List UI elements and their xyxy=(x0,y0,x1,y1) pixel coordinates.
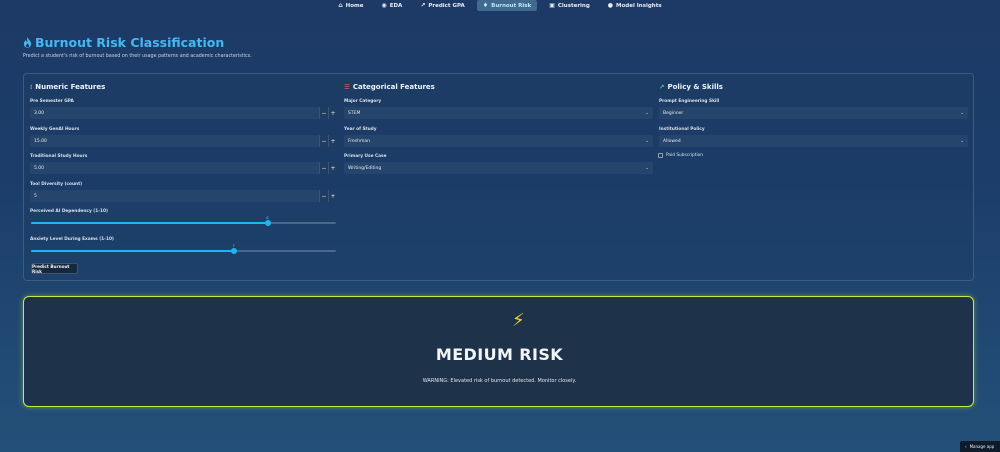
home-icon: ⌂ xyxy=(338,1,343,9)
policy-heading-text: Policy & Skills xyxy=(667,83,723,91)
use-case-select[interactable]: Writing/Editing ⌄ xyxy=(344,162,653,174)
nav-eda-label: EDA xyxy=(389,2,403,9)
use-case-label: Primary Use Case xyxy=(344,154,387,159)
anxiety-label: Anxiety Level During Exams (1-10) xyxy=(30,237,114,242)
prompt-skill-select[interactable]: Beginner ⌄ xyxy=(659,107,968,119)
pre-gpa-input[interactable]: 3.00 − + xyxy=(30,107,337,119)
page-subtitle: Predict a student's risk of burnout base… xyxy=(23,54,252,59)
chart-up-icon: ↗ xyxy=(659,83,665,91)
paid-subscription-label: Paid Subscription xyxy=(666,153,704,158)
nav-model-insights[interactable]: ● Model Insights xyxy=(602,0,668,11)
inst-policy-value: Allowed xyxy=(663,138,681,144)
chevron-down-icon: ⌄ xyxy=(960,110,964,116)
ai-dependency-label: Perceived AI Dependency (1-10) xyxy=(30,209,108,214)
nav-eda[interactable]: ◉ EDA xyxy=(375,0,408,11)
chevron-down-icon: ⌄ xyxy=(645,110,649,116)
brain-icon: ● xyxy=(607,1,614,9)
year-value: Freshman xyxy=(348,138,370,144)
predict-burnout-button[interactable]: Predict Burnout Risk xyxy=(31,263,78,274)
anxiety-slider-thumb[interactable] xyxy=(231,248,238,254)
paid-subscription-checkbox[interactable]: Paid Subscription xyxy=(658,153,703,158)
policy-heading: ↗ Policy & Skills xyxy=(659,83,723,91)
chevron-left-icon: ‹ xyxy=(965,444,967,449)
list-icon: ☰ xyxy=(344,83,350,91)
pre-gpa-decrement-button[interactable]: − xyxy=(319,107,328,119)
numeric-heading-text: Numeric Features xyxy=(35,83,106,91)
chevron-down-icon: ⌄ xyxy=(645,165,649,171)
nav-model-insights-label: Model Insights xyxy=(616,2,662,9)
prompt-skill-value: Beginner xyxy=(663,110,684,116)
categorical-heading-text: Categorical Features xyxy=(352,83,435,91)
tool-diversity-value: 5 xyxy=(34,193,37,199)
inst-policy-select[interactable]: Allowed ⌄ xyxy=(659,135,968,147)
top-nav: ⌂ Home ◉ EDA ↗ Predict GPA ♦ Burnout Ris… xyxy=(0,0,1000,12)
page-title: Burnout Risk Classification xyxy=(23,35,224,50)
globe-icon: ◉ xyxy=(381,1,387,9)
manage-app-button[interactable]: ‹ Manage app xyxy=(960,441,1000,452)
risk-level: MEDIUM RISK xyxy=(435,345,564,364)
tool-diversity-input[interactable]: 5 − + xyxy=(30,190,337,202)
traditional-study-input[interactable]: 5.00 − + xyxy=(30,162,337,174)
ai-dependency-slider[interactable]: 8 xyxy=(31,215,336,226)
traditional-study-value: 5.00 xyxy=(34,165,45,171)
weekly-genai-input[interactable]: 15.00 − + xyxy=(30,135,337,147)
nav-predict-gpa-label: Predict GPA xyxy=(428,2,465,9)
flame-icon xyxy=(23,37,32,48)
input-panel: ⁝ Numeric Features Pre Semester GPA 3.00… xyxy=(23,73,974,281)
year-select[interactable]: Freshman ⌄ xyxy=(344,135,653,147)
tool-diversity-increment-button[interactable]: + xyxy=(328,190,337,202)
dial-icon: ⁝ xyxy=(30,83,33,91)
nav-home[interactable]: ⌂ Home xyxy=(332,0,369,11)
anxiety-slider[interactable]: 7 xyxy=(31,243,336,254)
inst-policy-label: Institutional Policy xyxy=(659,127,705,132)
use-case-value: Writing/Editing xyxy=(348,165,382,171)
page-title-text: Burnout Risk Classification xyxy=(35,35,225,50)
weekly-genai-increment-button[interactable]: + xyxy=(328,135,337,147)
tool-diversity-decrement-button[interactable]: − xyxy=(319,190,328,202)
ai-dependency-slider-fill xyxy=(31,222,269,224)
manage-app-label: Manage app xyxy=(969,444,995,449)
chevron-down-icon: ⌄ xyxy=(645,138,649,144)
ai-dependency-slider-value: 8 xyxy=(266,215,269,220)
nav-burnout-risk-label: Burnout Risk xyxy=(491,2,532,9)
weekly-genai-label: Weekly GenAI Hours xyxy=(30,127,80,132)
major-value: STEM xyxy=(348,110,361,116)
page-header: Burnout Risk Classification xyxy=(23,35,224,50)
anxiety-slider-value: 7 xyxy=(232,243,235,248)
pre-gpa-value: 3.00 xyxy=(34,110,45,116)
nav-clustering[interactable]: ▣ Clustering xyxy=(543,0,596,11)
major-label: Major Category xyxy=(344,99,382,104)
lightning-icon: ⚡ xyxy=(512,310,525,331)
tool-diversity-label: Tool Diversity (count) xyxy=(30,182,83,187)
nav-predict-gpa[interactable]: ↗ Predict GPA xyxy=(414,0,470,11)
year-label: Year of Study xyxy=(344,127,377,132)
risk-message: WARNING: Elevated risk of burnout detect… xyxy=(422,378,577,384)
weekly-genai-value: 15.00 xyxy=(34,138,47,144)
categorical-heading: ☰ Categorical Features xyxy=(344,83,435,91)
checkbox-box[interactable] xyxy=(658,153,663,158)
flame-icon: ♦ xyxy=(482,1,489,9)
trend-icon: ↗ xyxy=(420,1,426,9)
pre-gpa-label: Pre Semester GPA xyxy=(30,99,74,104)
chevron-down-icon: ⌄ xyxy=(960,138,964,144)
result-card: ⚡ MEDIUM RISK WARNING: Elevated risk of … xyxy=(23,296,974,407)
ai-dependency-slider-thumb[interactable] xyxy=(265,220,272,226)
traditional-study-decrement-button[interactable]: − xyxy=(319,162,328,174)
nav-clustering-label: Clustering xyxy=(557,2,590,9)
anxiety-slider-fill xyxy=(31,250,235,252)
major-select[interactable]: STEM ⌄ xyxy=(344,107,653,119)
numeric-heading: ⁝ Numeric Features xyxy=(30,83,105,91)
nav-home-label: Home xyxy=(345,2,364,9)
traditional-study-increment-button[interactable]: + xyxy=(328,162,337,174)
traditional-study-label: Traditional Study Hours xyxy=(30,154,88,159)
weekly-genai-decrement-button[interactable]: − xyxy=(319,135,328,147)
prompt-skill-label: Prompt Engineering Skill xyxy=(659,99,720,104)
pre-gpa-increment-button[interactable]: + xyxy=(328,107,337,119)
grid-icon: ▣ xyxy=(549,1,555,9)
nav-burnout-risk[interactable]: ♦ Burnout Risk xyxy=(476,0,538,11)
